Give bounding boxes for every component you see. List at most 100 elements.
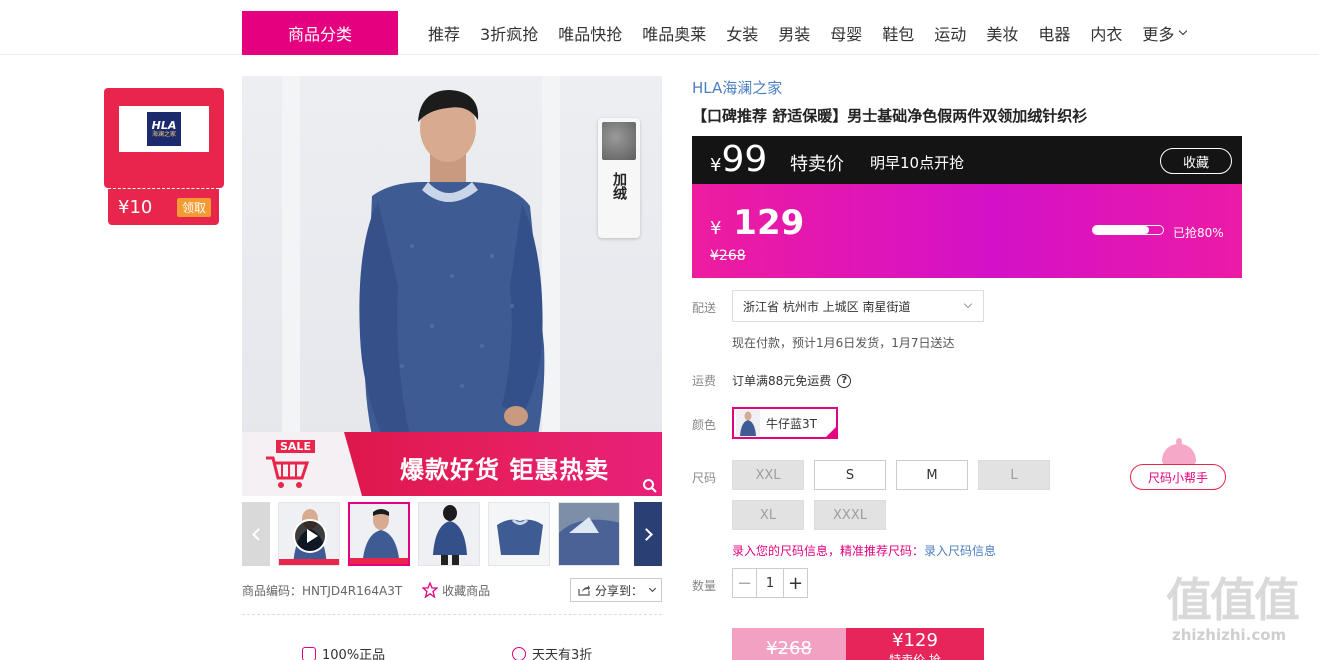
flash-sale-bar: ¥99 特卖价 明早10点开抢 收藏 bbox=[692, 136, 1242, 184]
divider bbox=[242, 614, 662, 615]
brand-coupon[interactable]: ¥10 领取 bbox=[108, 188, 219, 225]
model-photo bbox=[359, 90, 545, 436]
brand-link[interactable]: HLA海澜之家 bbox=[692, 77, 782, 98]
chevron-right-icon bbox=[639, 527, 653, 541]
watermark-url: zhizhizhi.com bbox=[1172, 626, 1287, 644]
current-price: ¥ 129 bbox=[710, 204, 804, 248]
quantity-increase-button[interactable]: + bbox=[783, 569, 807, 597]
percent-icon bbox=[512, 646, 526, 660]
nav-item-bags[interactable]: 鞋包 bbox=[872, 21, 924, 45]
size-option-m[interactable]: M bbox=[896, 460, 968, 490]
sale-tag: SALE bbox=[276, 440, 315, 453]
nav-item-more[interactable]: 更多 bbox=[1132, 21, 1196, 45]
thumbnail[interactable] bbox=[558, 502, 620, 566]
play-video-icon[interactable] bbox=[293, 519, 327, 553]
quantity-decrease-button[interactable]: − bbox=[733, 569, 757, 597]
share-icon bbox=[578, 585, 590, 596]
size-option-xxl[interactable]: XXL bbox=[732, 460, 804, 490]
product-code: 商品编码：HNTJD4R164A3T bbox=[242, 583, 403, 598]
delivery-address-select[interactable]: 浙江省 杭州市 上城区 南星街道 bbox=[732, 290, 984, 322]
delivery-address: 浙江省 杭州市 上城区 南星街道 bbox=[743, 299, 911, 314]
fleece-swatch bbox=[602, 122, 636, 160]
size-helper-button[interactable]: 尺码小帮手 bbox=[1130, 464, 1226, 490]
share-button[interactable]: 分享到： bbox=[569, 578, 662, 602]
buy-original-price[interactable]: ¥268 bbox=[732, 628, 846, 660]
nav-item-sports[interactable]: 运动 bbox=[924, 21, 976, 45]
size-option-l[interactable]: L bbox=[978, 460, 1050, 490]
size-label: 尺码 bbox=[692, 471, 717, 485]
help-icon[interactable]: ? bbox=[837, 373, 852, 388]
star-icon bbox=[422, 582, 439, 598]
size-tip: 录入您的尺码信息，精准推荐尺码：录入尺码信息 bbox=[732, 542, 996, 559]
coupon-amount: ¥10 bbox=[118, 196, 153, 218]
nav-item-recommend[interactable]: 推荐 bbox=[418, 21, 470, 45]
thumbnail-active[interactable] bbox=[348, 502, 410, 566]
brand-logo-sub: 海澜之家 bbox=[151, 130, 176, 138]
thumbnail[interactable] bbox=[418, 502, 480, 566]
shipping-text: 订单满88元免运费 bbox=[732, 374, 832, 388]
category-menu-button[interactable]: 商品分类 bbox=[242, 11, 398, 55]
thumbnail-image bbox=[433, 505, 467, 565]
shield-icon bbox=[302, 646, 316, 660]
flash-sale-price: ¥99 bbox=[710, 142, 767, 184]
size-option-s[interactable]: S bbox=[814, 460, 886, 490]
thumbnail-video[interactable] bbox=[278, 502, 340, 566]
check-icon bbox=[824, 425, 838, 439]
brand-card[interactable]: HLA 海澜之家 bbox=[104, 88, 224, 188]
sold-progress-bar bbox=[1092, 225, 1164, 235]
nav-item-women[interactable]: 女装 bbox=[716, 21, 768, 45]
fleece-label: 加绒 bbox=[611, 172, 627, 200]
size-option-xl[interactable]: XL bbox=[732, 500, 804, 530]
watermark: 值值值 zhizhizhi.com bbox=[1166, 574, 1316, 660]
price-currency: ¥ bbox=[710, 218, 722, 239]
thumbnail-strip bbox=[242, 502, 662, 566]
chevron-down-icon bbox=[963, 299, 973, 309]
quantity-label: 数量 bbox=[692, 579, 717, 593]
buy-now-button[interactable]: ¥129 特卖价 抢 bbox=[846, 628, 984, 660]
quantity-stepper: − 1 + bbox=[732, 568, 808, 598]
thumb-prev-button[interactable] bbox=[242, 502, 270, 566]
delivery-estimate: 现在付款，预计1月6日发货，1月7日送达 bbox=[732, 336, 955, 350]
color-option-selected[interactable]: 牛仔蓝3T bbox=[732, 407, 838, 439]
product-meta-row: 商品编码：HNTJD4R164A3T 收藏商品 分享到： bbox=[242, 577, 662, 603]
nav-item-flash[interactable]: 唯品快抢 bbox=[548, 21, 632, 45]
top-nav: 商品分类 推荐 3折疯抢 唯品快抢 唯品奥莱 女装 男装 母婴 鞋包 运动 美妆… bbox=[0, 0, 1319, 55]
guarantee-authentic-label: 100%正品 bbox=[322, 648, 386, 660]
chevron-down-icon bbox=[1179, 26, 1188, 36]
thumb-next-button[interactable] bbox=[634, 502, 662, 566]
buy-now-price: ¥129 bbox=[892, 630, 938, 651]
fleece-tag: 加绒 bbox=[598, 118, 640, 238]
shipping-info: 订单满88元免运费 ? bbox=[732, 372, 852, 389]
shipping-label: 运费 bbox=[692, 374, 717, 388]
sale-banner: SALE 爆款好货 钜惠热卖 bbox=[242, 432, 662, 496]
nav-item-baby[interactable]: 母婴 bbox=[820, 21, 872, 45]
thumbnail-image bbox=[350, 509, 408, 564]
coupon-claim-button[interactable]: 领取 bbox=[176, 197, 211, 217]
favorite-button[interactable]: 收藏商品 bbox=[422, 582, 490, 599]
collect-button[interactable]: 收藏 bbox=[1160, 148, 1232, 174]
mascot-icon bbox=[1162, 438, 1196, 466]
nav-item-underwear[interactable]: 内衣 bbox=[1080, 21, 1132, 45]
delivery-label: 配送 bbox=[692, 301, 717, 315]
nav-item-outlet[interactable]: 唯品奥莱 bbox=[632, 21, 716, 45]
buy-now-label: 特卖价 抢 bbox=[889, 653, 941, 660]
nav-item-men[interactable]: 男装 bbox=[768, 21, 820, 45]
quantity-value[interactable]: 1 bbox=[757, 569, 783, 597]
chevron-left-icon bbox=[251, 527, 265, 541]
nav-item-appliances[interactable]: 电器 bbox=[1028, 21, 1080, 45]
nav-item-30-percent[interactable]: 3折疯抢 bbox=[470, 21, 548, 45]
favorite-label: 收藏商品 bbox=[442, 583, 491, 598]
brand-logo-text: HLA bbox=[151, 118, 177, 132]
main-product-image[interactable]: 加绒 SALE 爆款好货 钜惠热卖 bbox=[242, 76, 662, 496]
color-label: 颜色 bbox=[692, 418, 717, 432]
zoom-icon[interactable] bbox=[642, 478, 658, 494]
color-option-label: 牛仔蓝3T bbox=[766, 416, 817, 431]
size-option-xxxl[interactable]: XXXL bbox=[814, 500, 886, 530]
flash-currency: ¥ bbox=[710, 155, 722, 176]
flash-price-value: 99 bbox=[721, 139, 768, 180]
thumbnail[interactable] bbox=[488, 502, 550, 566]
product-title: 【口碑推荐 舒适保暖】男士基础净色假两件双领加绒针织衫 bbox=[692, 107, 1088, 125]
nav-item-beauty[interactable]: 美妆 bbox=[976, 21, 1028, 45]
size-tip-link[interactable]: 录入尺码信息 bbox=[924, 544, 996, 558]
guarantee-authentic: 100%正品 bbox=[302, 644, 385, 660]
